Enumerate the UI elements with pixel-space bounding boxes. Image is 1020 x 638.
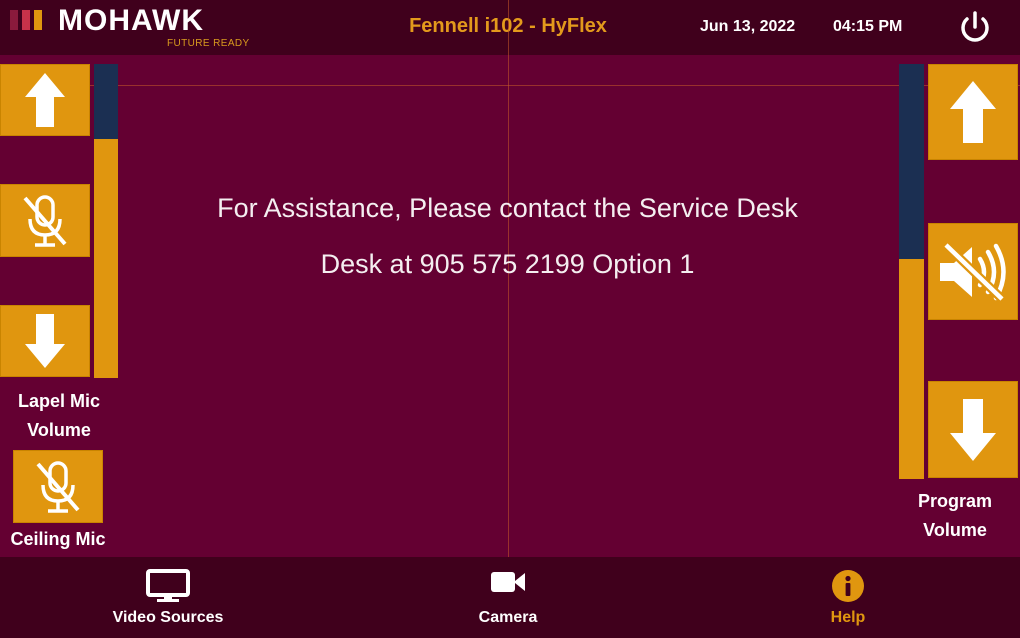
- arrow-down-icon: [950, 398, 996, 461]
- arrow-up-icon: [25, 73, 65, 127]
- speaker-muted-icon: [940, 241, 1006, 302]
- nav-camera[interactable]: Camera: [448, 557, 568, 638]
- lapel-mic-volume-down-button[interactable]: [0, 305, 90, 377]
- power-icon: [961, 11, 989, 42]
- nav-video-sources-label: Video Sources: [112, 609, 224, 626]
- program-volume-down-button[interactable]: [928, 381, 1018, 478]
- logo-mark-icon: [10, 10, 46, 30]
- arrow-down-icon: [25, 314, 65, 368]
- assistance-message-line2: Desk at 905 575 2199 Option 1: [320, 249, 695, 279]
- program-volume-label: Program Volume: [898, 487, 1012, 545]
- video-camera-icon: [491, 572, 525, 592]
- program-volume-mute-button[interactable]: [928, 223, 1018, 320]
- microphone-muted-icon: [36, 460, 80, 513]
- lapel-mic-label-line1: Lapel Mic: [17, 391, 101, 411]
- vertical-guide-line: [508, 0, 509, 638]
- program-volume-level: [899, 259, 924, 479]
- nav-video-sources[interactable]: Video Sources: [88, 557, 248, 638]
- nav-help[interactable]: Help: [798, 557, 898, 638]
- power-button[interactable]: [956, 10, 994, 46]
- monitor-icon: [146, 569, 190, 602]
- logo-text: MOHAWK: [58, 4, 204, 37]
- lapel-mic-volume-label: Lapel Mic Volume: [0, 387, 118, 445]
- program-volume-label-line1: Program: [917, 491, 993, 511]
- lapel-mic-label-line2: Volume: [27, 420, 91, 440]
- lapel-mic-mute-button[interactable]: [0, 184, 90, 257]
- date-display: Jun 13, 2022: [700, 18, 796, 35]
- lapel-mic-volume-up-button[interactable]: [0, 64, 90, 136]
- lapel-mic-volume-level: [94, 139, 118, 378]
- info-icon: [832, 570, 864, 602]
- microphone-muted-icon: [23, 194, 67, 247]
- nav-help-label: Help: [830, 609, 866, 626]
- assistance-message-line1: For Assistance, Please contact the Servi…: [217, 193, 798, 223]
- ceiling-mic-label: Ceiling Mic: [10, 529, 106, 549]
- program-volume-meter: [899, 64, 924, 479]
- time-display: 04:15 PM: [833, 18, 903, 35]
- lapel-mic-volume-meter: [94, 64, 118, 378]
- horizontal-guide-line: [0, 85, 1020, 86]
- ceiling-mic-mute-button[interactable]: [13, 450, 103, 523]
- arrow-up-icon: [950, 81, 996, 143]
- logo-tagline: FUTURE READY: [167, 38, 250, 49]
- program-volume-up-button[interactable]: [928, 64, 1018, 160]
- program-volume-label-line2: Volume: [923, 520, 987, 540]
- nav-camera-label: Camera: [478, 609, 538, 626]
